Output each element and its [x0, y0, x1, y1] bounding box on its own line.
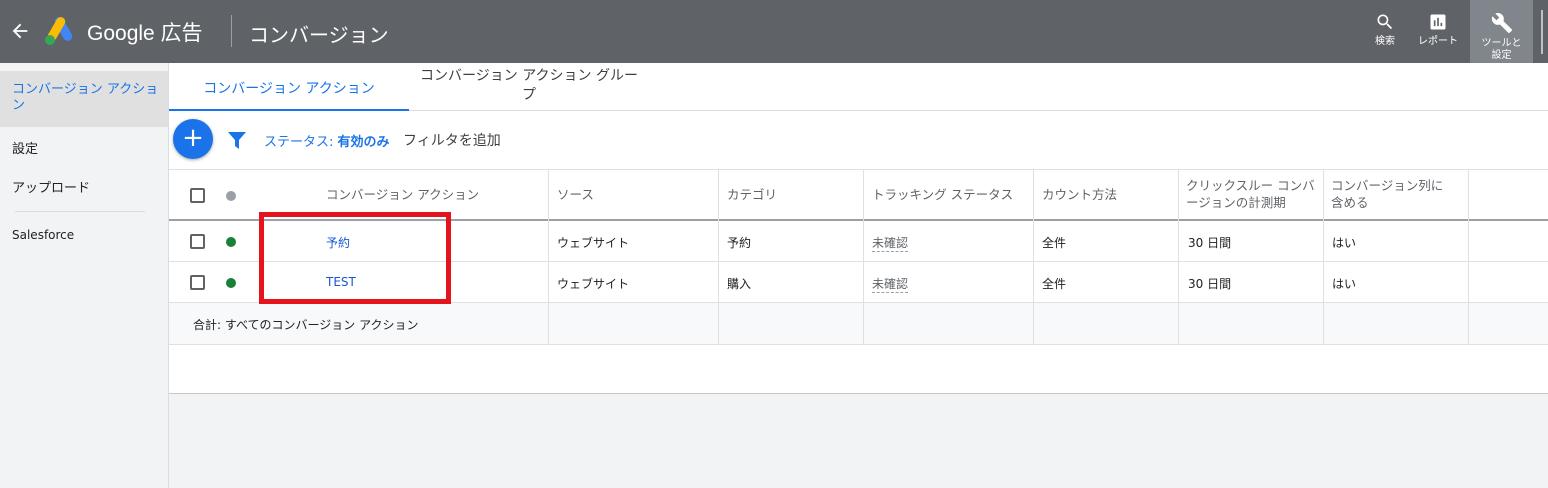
tab-conversion-actions[interactable]: コンバージョン アクション [169, 63, 409, 111]
status-header-dot [226, 191, 236, 201]
search-label: 検索 [1375, 36, 1395, 47]
tools-settings-button[interactable]: ツールと設定 [1470, 0, 1533, 63]
column-divider [1323, 169, 1324, 345]
source-cell: ウェブサイト [557, 277, 630, 291]
top-app-bar: Google 広告 コンバージョン 検索 レポート ツールと設定 [0, 0, 1548, 63]
sidebar-item-uploads[interactable]: アップロード [0, 177, 168, 196]
header-include-in-conversions[interactable]: コンバージョン列に含める [1331, 177, 1451, 211]
sidebar-item-conversion-actions[interactable]: コンバージョン アクション [0, 71, 168, 127]
header-count-method[interactable]: カウント方法 [1042, 186, 1117, 203]
search-button[interactable]: 検索 [1363, 0, 1407, 63]
google-ads-logo-icon[interactable] [44, 16, 76, 46]
reports-button[interactable]: レポート [1412, 0, 1464, 63]
title-divider [231, 15, 232, 47]
bar-chart-icon [1430, 14, 1446, 30]
column-divider [548, 169, 549, 345]
tab-conversion-action-groups[interactable]: コンバージョン アクション グループ [409, 63, 649, 111]
include-cell: はい [1332, 277, 1357, 291]
column-divider [1178, 169, 1179, 345]
select-all-checkbox[interactable] [190, 188, 205, 203]
click-through-cell: 30 日間 [1188, 236, 1232, 250]
add-filter-button[interactable]: フィルタを追加 [403, 130, 501, 150]
status-filter-prefix: ステータス: [264, 135, 334, 150]
status-enabled-dot [226, 278, 236, 288]
plus-icon: + [182, 123, 204, 153]
sidebar-item-settings[interactable]: 設定 [0, 138, 168, 157]
toolbar-edge-divider [1541, 10, 1543, 54]
header-category[interactable]: カテゴリ [727, 186, 777, 203]
header-conversion-action[interactable]: コンバージョン アクション [326, 186, 479, 203]
click-through-cell: 30 日間 [1188, 277, 1232, 291]
status-filter-chip[interactable]: ステータス: 有効のみ [264, 131, 390, 150]
count-method-cell: 全件 [1042, 236, 1067, 250]
header-tracking-status[interactable]: トラッキング ステータス [872, 186, 1013, 203]
back-arrow-icon[interactable] [9, 20, 31, 42]
total-label: 合計: すべてのコンバージョン アクション [193, 318, 419, 332]
count-method-cell: 全件 [1042, 277, 1067, 291]
wrench-icon [1491, 13, 1512, 34]
column-divider [1033, 169, 1034, 345]
source-cell: ウェブサイト [557, 236, 630, 250]
column-divider [863, 169, 864, 345]
search-icon [1377, 14, 1393, 30]
tracking-status-cell[interactable]: 未確認 [872, 234, 909, 252]
column-divider [1468, 169, 1469, 345]
highlight-annotation-box [259, 212, 451, 304]
page-title: コンバージョン [249, 23, 389, 47]
brand-name[interactable]: Google 広告 [87, 17, 203, 47]
filter-icon[interactable] [228, 132, 246, 149]
tools-label: ツールと設定 [1481, 38, 1522, 61]
tab-bar: コンバージョン アクション コンバージョン アクション グループ [169, 63, 1548, 111]
sidebar-divider [15, 211, 145, 212]
category-cell: 予約 [727, 236, 752, 250]
column-divider [718, 169, 719, 345]
left-nav: コンバージョン アクション 設定 アップロード Salesforce [0, 63, 169, 488]
header-click-through-window[interactable]: クリックスルー コンバージョンの計測期 [1186, 177, 1322, 211]
status-enabled-dot [226, 237, 236, 247]
sidebar-item-salesforce[interactable]: Salesforce [0, 228, 168, 242]
category-cell: 購入 [727, 277, 752, 291]
add-button[interactable]: + [173, 119, 213, 159]
header-source[interactable]: ソース [557, 186, 594, 203]
tracking-status-cell[interactable]: 未確認 [872, 275, 909, 293]
reports-label: レポート [1418, 36, 1458, 47]
include-cell: はい [1332, 236, 1357, 250]
total-row: 合計: すべてのコンバージョン アクション [169, 303, 1548, 345]
row-checkbox[interactable] [190, 234, 205, 249]
row-checkbox[interactable] [190, 275, 205, 290]
status-filter-value: 有効のみ [337, 135, 390, 150]
